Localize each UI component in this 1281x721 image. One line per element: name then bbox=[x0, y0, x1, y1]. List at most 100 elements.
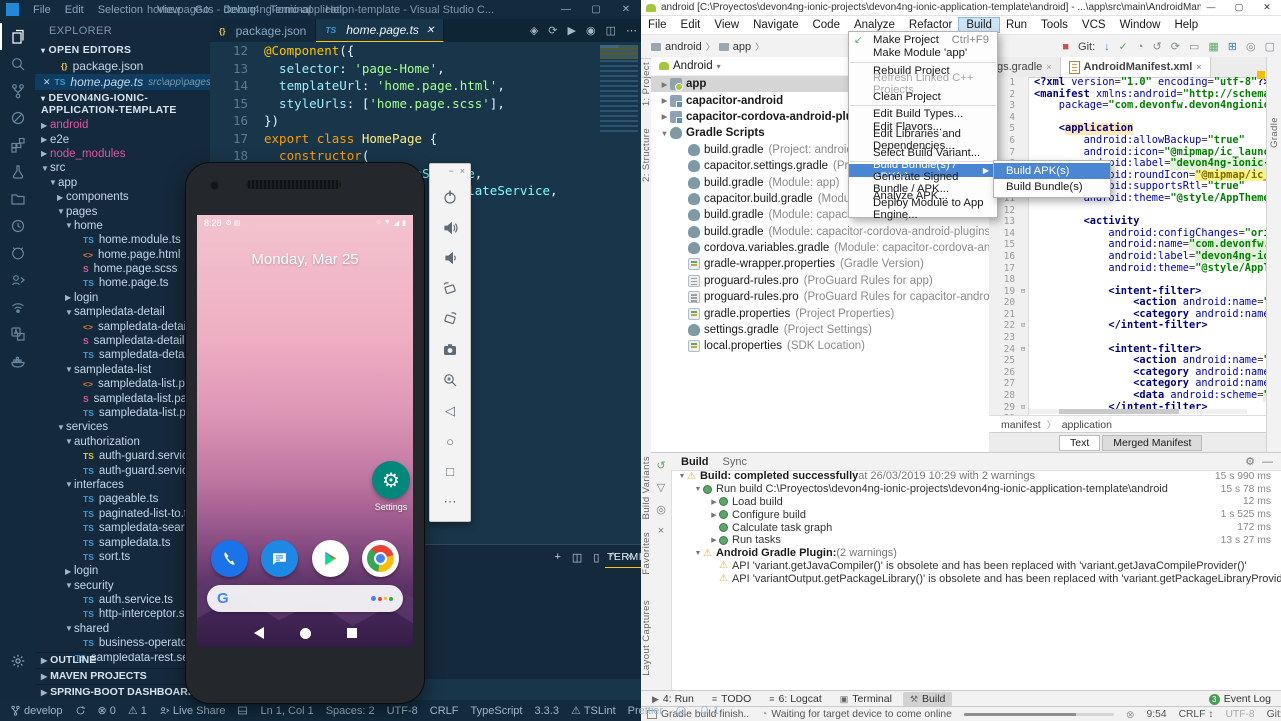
rollback-icon[interactable]: ↺ bbox=[1153, 40, 1162, 53]
menu-window[interactable]: Window bbox=[1113, 18, 1168, 32]
minimize-icon[interactable]: — bbox=[551, 0, 581, 19]
statusbar-branch-icon[interactable]: develop bbox=[10, 705, 63, 717]
menu-view[interactable]: View bbox=[707, 18, 746, 32]
tree-item-components[interactable]: ▶components bbox=[35, 190, 210, 204]
pin-icon[interactable]: ◎ bbox=[656, 503, 666, 516]
statusbar-error-icon[interactable]: ⊗0 bbox=[98, 704, 116, 717]
new-terminal-icon[interactable]: + bbox=[554, 551, 560, 564]
tree-item-src[interactable]: ▼src bbox=[35, 161, 210, 175]
tree-item-sampledata-detail.page.html[interactable]: <>sampledata-detail.page.html bbox=[35, 319, 210, 333]
open-editors-header[interactable]: ▾ OPEN EDITORS bbox=[35, 42, 210, 58]
tree-item-paginated-list-to.ts[interactable]: TSpaginated-list-to.ts bbox=[35, 507, 210, 521]
more-actions-icon[interactable]: ⋯ bbox=[626, 24, 637, 37]
tree-item-sampledata-list.page.ts[interactable]: TSsampledata-list.page.ts bbox=[35, 406, 210, 420]
menu-item-select-build-variant-[interactable]: Select Build Variant... bbox=[849, 146, 997, 159]
menu-help[interactable]: Help bbox=[325, 4, 348, 16]
menu-item-clean-project[interactable]: Clean Project bbox=[849, 90, 997, 103]
horizontal-scrollbar[interactable] bbox=[1029, 409, 1247, 414]
rerun-build-icon[interactable]: ↺ bbox=[656, 459, 665, 472]
maximize-panel-icon[interactable]: ^ bbox=[610, 551, 615, 564]
sync-icon[interactable]: ⟳ bbox=[548, 24, 557, 37]
editor-tab-gs.gradle[interactable]: gs.gradle× bbox=[989, 57, 1061, 77]
back-icon[interactable]: ◁ bbox=[430, 396, 470, 427]
activitybar-remote-icon[interactable] bbox=[0, 293, 35, 320]
menu-item-edit-build-types-[interactable]: Edit Build Types... bbox=[849, 108, 997, 121]
statusbar-feedback-icon[interactable] bbox=[675, 705, 687, 717]
logcat-tab[interactable]: ≡6: Logcat bbox=[762, 692, 828, 706]
screenshot-icon[interactable] bbox=[430, 335, 470, 366]
open-changes-icon[interactable]: ◈ bbox=[530, 24, 538, 37]
build-output-row[interactable]: ⚠API 'variant.getJavaCompiler()' is obso… bbox=[671, 560, 1281, 573]
menu-tools[interactable]: Tools bbox=[1034, 18, 1075, 32]
build-output-row[interactable]: Calculate task graph172 ms bbox=[671, 521, 1281, 534]
statusbar-liveshare-icon[interactable]: Live Share bbox=[159, 705, 226, 717]
tree-item-auth.service.ts[interactable]: TSauth.service.ts bbox=[35, 593, 210, 607]
more-icon[interactable]: ⋯ bbox=[430, 487, 470, 518]
activitybar-debug-icon[interactable] bbox=[0, 104, 35, 131]
activitybar-project-folder-icon[interactable] bbox=[0, 185, 35, 212]
activitybar-files-icon[interactable] bbox=[0, 23, 35, 50]
messages-app-icon[interactable] bbox=[261, 540, 298, 577]
minimize-panel-icon[interactable]: — bbox=[1262, 456, 1273, 468]
menu-refactor[interactable]: Refactor bbox=[902, 18, 959, 32]
tree-item-e2e[interactable]: ▶e2e bbox=[35, 132, 210, 146]
tree-item-node_modules[interactable]: ▶node_modules bbox=[35, 147, 210, 161]
tree-item-home.module.ts[interactable]: TShome.module.ts bbox=[35, 233, 210, 247]
xml-breadcrumb[interactable]: manifest〉application bbox=[989, 415, 1267, 433]
menu-selection[interactable]: Selection bbox=[98, 4, 143, 16]
menu-file[interactable]: File bbox=[641, 18, 674, 32]
tree-item-sampledata-detail.page.scss[interactable]: Ssampledata-detail.page.scss bbox=[35, 334, 210, 348]
tree-item-sampledata-list[interactable]: ▼sampledata-list bbox=[35, 363, 210, 377]
minimize-icon[interactable]: − bbox=[448, 166, 453, 182]
close-icon[interactable]: × bbox=[1196, 62, 1201, 72]
statusbar-warning-icon[interactable]: ⚠TSLint bbox=[571, 704, 616, 717]
tree-item-sampledata-list.page.scss[interactable]: Ssampledata-list.page.scss bbox=[35, 391, 210, 405]
view-tab-merged-manifest[interactable]: Merged Manifest bbox=[1102, 435, 1202, 451]
menu-go[interactable]: Go bbox=[195, 4, 210, 16]
tree-item-login[interactable]: ▶login bbox=[35, 564, 210, 578]
activitybar-translate-icon[interactable] bbox=[0, 320, 35, 347]
build-output-row[interactable]: ▼⚠Build: completed successfully at 26/03… bbox=[671, 470, 1281, 483]
chrome-app-icon[interactable] bbox=[362, 540, 399, 577]
tree-item-auth-guard.service.ts[interactable]: TSauth-guard.service.ts bbox=[35, 463, 210, 477]
statusbar-item-crlf[interactable]: CRLF bbox=[430, 705, 459, 717]
assistant-icon[interactable] bbox=[371, 596, 393, 601]
tree-item-shared[interactable]: ▼shared bbox=[35, 622, 210, 636]
split-editor-icon[interactable]: ◫ bbox=[606, 24, 616, 37]
menu-code[interactable]: Code bbox=[805, 18, 847, 32]
project-item-local.properties[interactable]: local.properties(SDK Location) bbox=[651, 338, 989, 354]
activitybar-search-icon[interactable] bbox=[0, 50, 35, 77]
menu-item-build-apk-s-[interactable]: Build APK(s) bbox=[994, 163, 1110, 179]
settings-gear-icon[interactable] bbox=[0, 648, 35, 674]
menu-debug[interactable]: Debug bbox=[223, 4, 255, 16]
menu-analyze[interactable]: Analyze bbox=[847, 18, 902, 32]
tree-item-sampledata-detail.page.ts[interactable]: TSsampledata-detail.page.ts bbox=[35, 348, 210, 362]
statusbar-sync-icon[interactable] bbox=[75, 705, 86, 716]
sdk-manager-icon[interactable]: ⊞ bbox=[1228, 40, 1237, 53]
statusbar-item-ln-1-col-1[interactable]: Ln 1, Col 1 bbox=[260, 705, 313, 717]
breadcrumb-app[interactable]: app bbox=[733, 41, 751, 53]
menu-item-make-project[interactable]: ↙Make ProjectCtrl+F9 bbox=[849, 34, 997, 47]
minimize-icon[interactable]: — bbox=[1197, 0, 1225, 14]
menu-item-build-bundle-s-[interactable]: Build Bundle(s) bbox=[994, 179, 1110, 195]
activitybar-history-clock-icon[interactable] bbox=[0, 212, 35, 239]
preview-icon[interactable]: ◉ bbox=[586, 24, 596, 37]
history-icon[interactable]: ◔ bbox=[1137, 41, 1144, 53]
filter-icon[interactable]: ▽ bbox=[657, 481, 665, 494]
tree-item-sampledata-search-criteria.ts[interactable]: TSsampledata-search-criteria.ts bbox=[35, 521, 210, 535]
editor-tab-AndroidManifest.xml[interactable]: AndroidManifest.xml× bbox=[1061, 57, 1211, 77]
statusbar-item-utf-8[interactable]: UTF-8 bbox=[387, 705, 418, 717]
activitybar-liveshare-icon[interactable] bbox=[0, 266, 35, 293]
tree-item-home[interactable]: ▼home bbox=[35, 219, 210, 233]
sidebar-section-outline[interactable]: ▶OUTLINE bbox=[35, 652, 210, 668]
stop-icon[interactable]: ■ bbox=[1062, 41, 1069, 53]
module-breadcrumb[interactable]: android〉app〉 bbox=[641, 40, 764, 53]
open-editor-item[interactable]: {}package.json bbox=[35, 58, 210, 74]
menu-edit[interactable]: Edit bbox=[65, 4, 84, 16]
project-item-cordova.variables.gradle[interactable]: cordova.variables.gradle(Module: capacit… bbox=[651, 240, 989, 256]
close-icon[interactable]: ✕ bbox=[426, 25, 434, 36]
statusbar-item-prettier[interactable]: Prettier bbox=[628, 705, 663, 717]
menu-view[interactable]: View bbox=[157, 4, 181, 16]
terminal-output[interactable]: $ npx cap copy√ Copying web assets from … bbox=[420, 573, 641, 679]
sidebar-section-maven-projects[interactable]: ▶MAVEN PROJECTS bbox=[35, 668, 210, 684]
